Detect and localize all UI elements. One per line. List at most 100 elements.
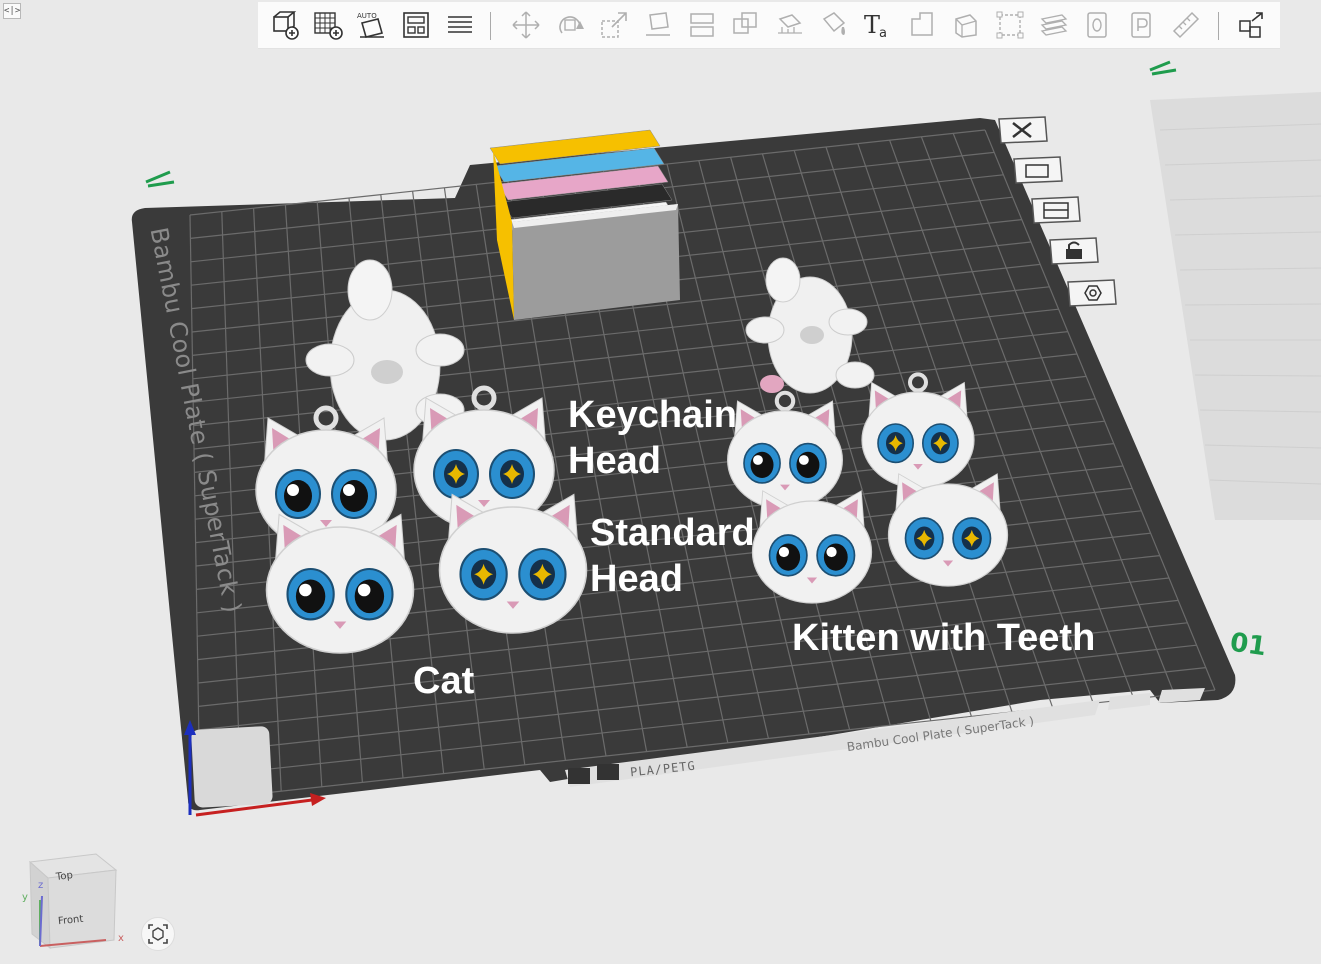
label-standard-head: Standard Head — [590, 512, 755, 600]
cat-pupil — [776, 543, 801, 571]
close-icon — [998, 116, 1048, 144]
label-keychain-head: Keychain Head — [568, 394, 737, 482]
fit-view-button[interactable] — [141, 917, 175, 951]
cat-pupil — [295, 579, 326, 614]
cat-pupil — [354, 579, 385, 614]
add-plate-button[interactable] — [310, 7, 346, 43]
cat-pupil — [823, 543, 848, 571]
toolbar-separator — [490, 12, 491, 40]
arrange-plate-button[interactable] — [1030, 195, 1082, 225]
fit-view-icon — [148, 924, 168, 944]
cat-eye-highlight — [778, 546, 790, 558]
assembly-button[interactable] — [992, 7, 1028, 43]
explode-icon — [1239, 12, 1263, 38]
cat-eye-highlight — [357, 583, 371, 597]
cat-head-model[interactable] — [265, 513, 415, 654]
add-object-icon — [273, 11, 299, 40]
seam-icon — [1087, 12, 1107, 38]
move-button[interactable] — [508, 7, 544, 43]
navigation-cube[interactable] — [18, 848, 128, 958]
measure-button[interactable] — [948, 7, 984, 43]
explode-button[interactable] — [1234, 7, 1270, 43]
mesh-boolean-icon — [733, 12, 757, 34]
cat-eye-highlight — [753, 455, 763, 465]
nav-cube-y-label: y — [22, 892, 28, 903]
add-plate-icon — [314, 12, 343, 40]
cat-head-model[interactable] — [887, 473, 1009, 587]
plate-arrange-icon — [1031, 196, 1081, 224]
label-cat: Cat — [413, 660, 475, 702]
plate-settings-icon — [1131, 12, 1151, 38]
split-to-plates-icon — [448, 16, 472, 33]
auto-arrange-plate-button[interactable] — [1012, 155, 1064, 185]
cut-icon — [690, 13, 714, 37]
text-button[interactable]: Ta — [860, 7, 896, 43]
label-kitten-with-teeth: Kitten with Teeth — [792, 617, 1096, 659]
arrange-button[interactable] — [398, 7, 434, 43]
cat-eye-highlight — [826, 546, 837, 558]
ruler-icon — [1172, 11, 1200, 39]
svg-text:AUTO: AUTO — [357, 12, 377, 20]
cat-head-model[interactable] — [438, 493, 588, 634]
cut-button[interactable] — [684, 7, 720, 43]
assembly-icon — [996, 11, 1024, 39]
move-icon — [512, 11, 540, 39]
variable-layer-icon — [1040, 14, 1068, 36]
cat-pupil — [284, 480, 312, 512]
rotate-button[interactable] — [552, 7, 588, 43]
lock-plate-button[interactable] — [1048, 236, 1100, 266]
cat-head-model[interactable] — [861, 372, 975, 489]
lock-icon — [1049, 237, 1099, 265]
auto-orient-button[interactable]: AUTO — [354, 7, 390, 43]
mesh-boolean-button[interactable] — [728, 7, 764, 43]
prime-tower[interactable] — [489, 129, 680, 320]
edit-plate-name-icon-left[interactable] — [145, 170, 175, 188]
main-toolbar: AUTO Ta — [258, 2, 1280, 49]
cat-head-model[interactable] — [726, 390, 844, 510]
auto-orient-plate-icon — [1013, 156, 1063, 184]
plate-settings-button[interactable] — [1066, 278, 1118, 308]
cat-eye-highlight — [343, 484, 355, 496]
svg-button[interactable] — [904, 7, 940, 43]
arrange-icon — [403, 12, 429, 38]
cat-eye-highlight — [287, 484, 299, 496]
cat-eye-highlight — [299, 583, 312, 597]
support-paint-icon — [778, 14, 802, 34]
toolbar-separator — [1218, 12, 1219, 40]
adjacent-plate[interactable] — [1150, 92, 1321, 520]
svg-text:T: T — [864, 11, 880, 39]
cat-pupil — [750, 451, 774, 479]
split-to-plates-button[interactable] — [442, 7, 478, 43]
svg-icon — [911, 12, 933, 36]
scale-button[interactable] — [596, 7, 632, 43]
svg-text:a: a — [879, 26, 887, 41]
support-paint-button[interactable] — [772, 7, 808, 43]
cat-head-model[interactable] — [751, 490, 873, 604]
auto-orient-icon: AUTO — [357, 12, 384, 38]
plate-settings-button[interactable] — [1124, 7, 1160, 43]
color-paint-icon — [822, 12, 846, 35]
nav-cube-z-label: z — [38, 880, 44, 891]
cat-eye-highlight — [798, 455, 809, 465]
ruler-button[interactable] — [1168, 7, 1204, 43]
scale-icon — [601, 12, 627, 38]
seam-button[interactable] — [1080, 7, 1116, 43]
plate-right-tab — [1108, 693, 1150, 710]
hexagon-settings-icon — [1067, 279, 1117, 307]
add-object-button[interactable] — [266, 7, 302, 43]
nav-cube-x-label: x — [118, 933, 124, 944]
variable-layer-button[interactable] — [1036, 7, 1072, 43]
rotate-icon — [559, 16, 584, 34]
nav-cube-top-label: Top — [55, 870, 74, 883]
lay-on-face-icon — [646, 12, 670, 36]
origin-corner-pad — [191, 726, 273, 808]
plate-number[interactable]: 01 — [1228, 628, 1268, 663]
remove-plate-button[interactable] — [997, 115, 1049, 145]
measure-icon — [955, 14, 977, 38]
lay-on-face-button[interactable] — [640, 7, 676, 43]
color-paint-button[interactable] — [816, 7, 852, 43]
text-icon: Ta — [864, 11, 887, 41]
cat-pupil — [796, 451, 820, 479]
cat-pupil — [340, 480, 368, 512]
edit-plate-name-icon[interactable] — [1149, 60, 1177, 76]
